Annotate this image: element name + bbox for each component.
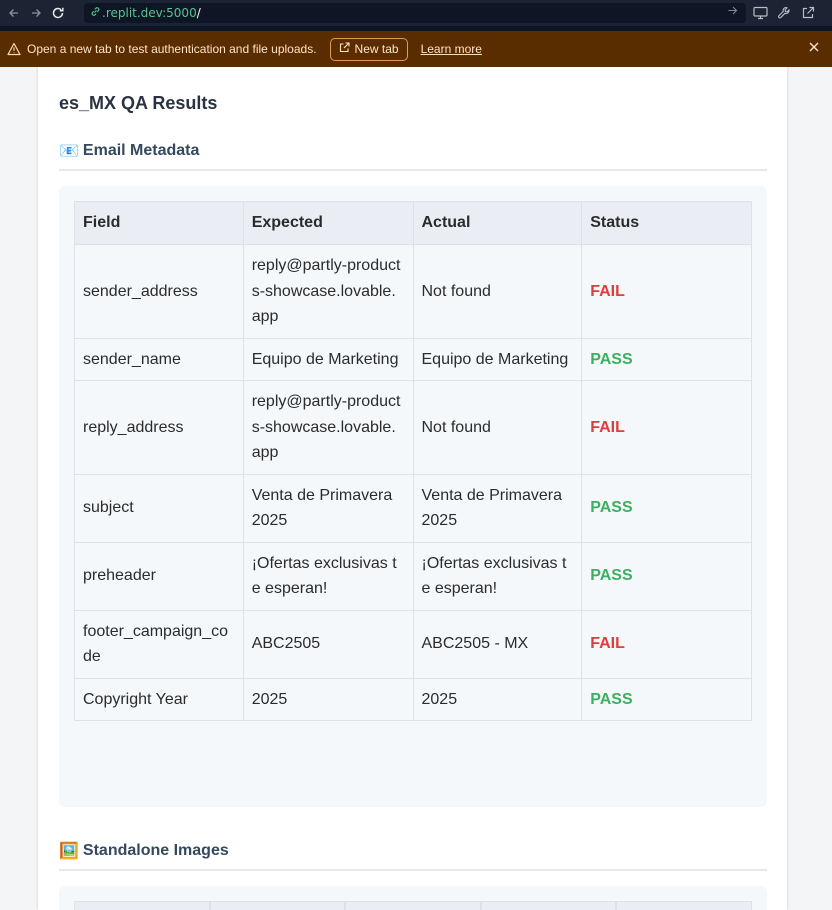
images-table-header xyxy=(74,901,752,910)
address-bar[interactable]: .replit.dev:5000/ xyxy=(84,3,746,23)
learn-more-link[interactable]: Learn more xyxy=(421,42,482,56)
actual-cell: ABC2505 - MX xyxy=(412,609,583,679)
actual-cell: Equipo de Marketing xyxy=(412,337,583,381)
status-cell: PASS xyxy=(581,337,752,381)
section-divider xyxy=(59,169,767,171)
table-row: Copyright Year 2025 2025 PASS xyxy=(74,677,752,721)
table-header-row: Field Expected Actual Status xyxy=(74,201,752,245)
actual-cell: Not found xyxy=(412,380,583,475)
go-arrow-icon[interactable] xyxy=(727,5,738,19)
status-cell: FAIL xyxy=(581,380,752,475)
browser-toolbar: .replit.dev:5000/ xyxy=(0,0,832,26)
monitor-icon[interactable] xyxy=(752,5,768,21)
back-arrow-icon[interactable] xyxy=(3,0,25,26)
expected-cell: Venta de Primavera 2025 xyxy=(242,473,414,543)
warning-banner: Open a new tab to test authentication an… xyxy=(0,31,832,67)
url-path: / xyxy=(196,6,201,20)
images-panel xyxy=(59,886,767,910)
url-host: .replit.dev:5000 xyxy=(102,6,197,20)
forward-arrow-icon[interactable] xyxy=(25,0,47,26)
field-cell: sender_name xyxy=(74,337,244,381)
expected-cell: Equipo de Marketing xyxy=(242,337,414,381)
new-tab-button[interactable]: New tab xyxy=(329,37,408,61)
section-title-email-metadata: 📧 Email Metadata xyxy=(59,141,199,161)
results-card: es_MX QA Results 📧 Email Metadata Field … xyxy=(38,67,787,910)
table-row: subject Venta de Primavera 2025 Venta de P… xyxy=(74,473,752,543)
status-cell: FAIL xyxy=(581,609,752,679)
field-cell: subject xyxy=(74,473,244,543)
column-header: Field xyxy=(74,201,244,245)
expected-cell: 2025 xyxy=(242,677,414,721)
expected-cell: reply@partly-products-showcase.lovable.a… xyxy=(242,380,414,475)
table-row: footer_campaign_code ABC2505 ABC2505 - MX F… xyxy=(74,609,752,679)
section-divider xyxy=(59,869,767,871)
status-cell: PASS xyxy=(581,541,752,611)
field-cell: footer_campaign_code xyxy=(74,609,244,679)
wrench-icon[interactable] xyxy=(776,5,792,21)
field-cell: Copyright Year xyxy=(74,677,244,721)
status-cell: PASS xyxy=(581,677,752,721)
actual-cell: Venta de Primavera 2025 xyxy=(412,473,583,543)
section-title-text: Email Metadata xyxy=(82,142,200,159)
image-emoji-icon: 🖼️ xyxy=(59,843,79,860)
page-viewport[interactable]: es_MX QA Results 📧 Email Metadata Field … xyxy=(0,67,832,910)
column-header: Status xyxy=(581,201,752,245)
status-cell: FAIL xyxy=(581,244,752,339)
actual-cell: 2025 xyxy=(412,677,583,721)
metadata-table: Field Expected Actual Status sender_addr… xyxy=(74,201,752,721)
actual-cell: Not found xyxy=(412,244,583,339)
expected-cell: reply@partly-products-showcase.lovable.a… xyxy=(242,244,414,339)
column-header: Expected xyxy=(242,201,414,245)
section-title-text: Standalone Images xyxy=(82,842,229,859)
link-icon xyxy=(90,6,101,20)
status-cell: PASS xyxy=(581,473,752,543)
table-row: preheader ¡Ofertas exclusivas te esperan!… xyxy=(74,541,752,611)
field-cell: preheader xyxy=(74,541,244,611)
external-link-icon xyxy=(339,42,350,56)
reload-icon[interactable] xyxy=(47,0,69,26)
section-title-standalone-images: 🖼️ Standalone Images xyxy=(59,841,229,861)
table-row: sender_name Equipo de Marketing Equipo de … xyxy=(74,337,752,381)
warning-triangle-icon xyxy=(7,42,21,56)
expected-cell: ¡Ofertas exclusivas te esperan! xyxy=(242,541,414,611)
new-tab-label: New tab xyxy=(354,42,399,56)
page-title: es_MX QA Results xyxy=(59,93,218,113)
close-icon[interactable] xyxy=(808,40,820,56)
column-header: Actual xyxy=(412,201,583,245)
actual-cell: ¡Ofertas exclusivas te esperan! xyxy=(412,541,583,611)
external-link-icon[interactable] xyxy=(800,5,816,21)
email-emoji-icon: 📧 xyxy=(59,143,79,160)
table-row: reply_address reply@partly-products-showc… xyxy=(74,380,752,475)
field-cell: sender_address xyxy=(74,244,244,339)
field-cell: reply_address xyxy=(74,380,244,475)
banner-message: Open a new tab to test authentication an… xyxy=(27,42,317,56)
expected-cell: ABC2505 xyxy=(242,609,414,679)
table-row: sender_address reply@partly-products-show… xyxy=(74,244,752,339)
metadata-panel: Field Expected Actual Status sender_addr… xyxy=(59,186,767,807)
